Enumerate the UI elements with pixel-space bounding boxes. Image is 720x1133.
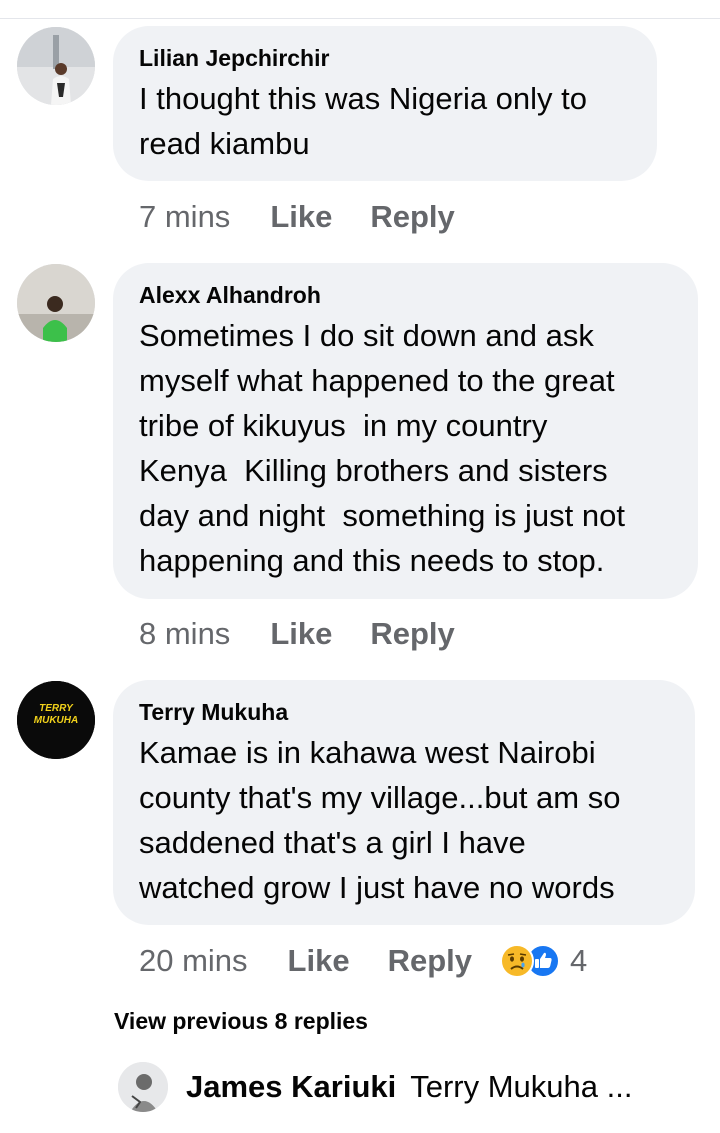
reaction-count: 4	[570, 943, 588, 978]
sad-emoji-icon	[500, 944, 534, 978]
comment-bubble: Alexx Alhandroh Sometimes I do sit down …	[113, 263, 698, 599]
comment-meta: 7 mins Like Reply	[139, 197, 493, 237]
like-button[interactable]: Like	[270, 199, 332, 235]
view-previous-replies-link[interactable]: View previous 8 replies	[114, 1008, 368, 1035]
comment-time[interactable]: 8 mins	[139, 616, 230, 652]
comment-text: Kamae is in kahawa west Nairobi county t…	[139, 735, 621, 905]
reply-button[interactable]: Reply	[370, 199, 454, 235]
latest-reply-preview[interactable]: James Kariuki Terry Mukuha ...	[118, 1062, 632, 1112]
comment-author[interactable]: Terry Mukuha	[139, 698, 669, 726]
reactions-summary[interactable]: 4	[500, 943, 587, 979]
reply-button[interactable]: Reply	[388, 943, 472, 979]
reply-author[interactable]: James Kariuki	[186, 1069, 396, 1105]
comment-author[interactable]: Alexx Alhandroh	[139, 281, 672, 309]
top-divider	[0, 18, 720, 19]
reply-text-preview: Terry Mukuha ...	[410, 1069, 633, 1104]
avatar-logo-text: MUKUHA	[34, 715, 78, 726]
comment-text: Sometimes I do sit down and ask myself w…	[139, 318, 625, 578]
comment-text: I thought this was Nigeria only to read …	[139, 81, 588, 161]
comment-time[interactable]: 20 mins	[139, 943, 248, 979]
avatar-logo-text: TERRY	[39, 703, 74, 714]
avatar[interactable]: TERRY MUKUHA	[17, 681, 95, 759]
avatar[interactable]	[17, 27, 95, 105]
avatar[interactable]	[118, 1062, 168, 1112]
comment-author[interactable]: Lilian Jepchirchir	[139, 44, 631, 72]
comment-bubble: Terry Mukuha Kamae is in kahawa west Nai…	[113, 680, 695, 925]
like-button[interactable]: Like	[288, 943, 350, 979]
comment-time[interactable]: 7 mins	[139, 199, 230, 235]
like-button[interactable]: Like	[270, 616, 332, 652]
comment-bubble: Lilian Jepchirchir I thought this was Ni…	[113, 26, 657, 181]
comment-meta: 8 mins Like Reply	[139, 614, 493, 654]
reply-button[interactable]: Reply	[370, 616, 454, 652]
comment-meta: 20 mins Like Reply 4	[139, 941, 587, 981]
avatar[interactable]	[17, 264, 95, 342]
